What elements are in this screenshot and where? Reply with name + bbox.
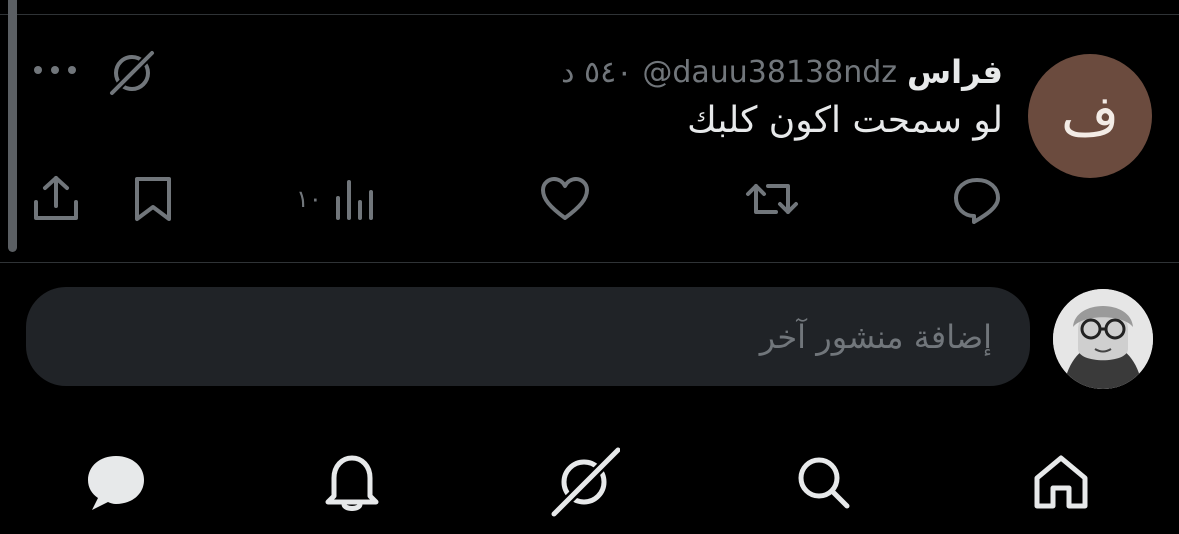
reply-button[interactable] [950, 170, 1004, 228]
avatar-letter: ف [1060, 83, 1120, 149]
tab-grok[interactable] [548, 446, 622, 522]
like-button[interactable] [538, 170, 592, 228]
tab-notifications[interactable] [316, 448, 388, 520]
more-horizontal-icon[interactable] [30, 60, 80, 80]
retweet-button[interactable] [744, 170, 800, 228]
thread-connector-line [8, 0, 17, 252]
tab-search[interactable] [787, 448, 859, 520]
views-button[interactable]: ١٠ [296, 170, 376, 228]
home-icon [1029, 450, 1093, 518]
share-button[interactable] [30, 170, 82, 228]
add-post-input[interactable]: إضافة منشور آخر [26, 287, 1030, 386]
heart-icon [538, 172, 592, 226]
bookmark-button[interactable] [128, 170, 178, 228]
messages-icon [84, 450, 148, 518]
retweet-icon [744, 172, 800, 226]
search-icon [791, 450, 855, 518]
user-avatar[interactable] [1053, 289, 1153, 389]
tab-messages[interactable] [80, 448, 152, 520]
share-icon [30, 172, 82, 226]
author-display-name[interactable]: فراس [907, 53, 1003, 91]
bookmark-icon [128, 172, 178, 226]
notifications-icon [320, 450, 384, 518]
add-post-placeholder: إضافة منشور آخر [759, 317, 992, 356]
views-count: ١٠ [296, 185, 322, 213]
tweet-header: فراس @dauu38138ndz ٥٤٠ د [561, 50, 1003, 94]
views-chart-icon [332, 172, 376, 226]
author-handle[interactable]: @dauu38138ndz [642, 55, 897, 90]
author-avatar[interactable]: ف [1028, 54, 1152, 178]
grok-icon [548, 446, 622, 522]
reply-icon [950, 172, 1004, 226]
grok-icon[interactable] [106, 48, 158, 98]
section-divider [0, 262, 1179, 263]
tweet-text: لو سمحت اكون كلبك [687, 100, 1003, 141]
tab-home[interactable] [1025, 448, 1097, 520]
top-divider [0, 14, 1179, 15]
tweet-timestamp[interactable]: ٥٤٠ د [561, 55, 632, 90]
